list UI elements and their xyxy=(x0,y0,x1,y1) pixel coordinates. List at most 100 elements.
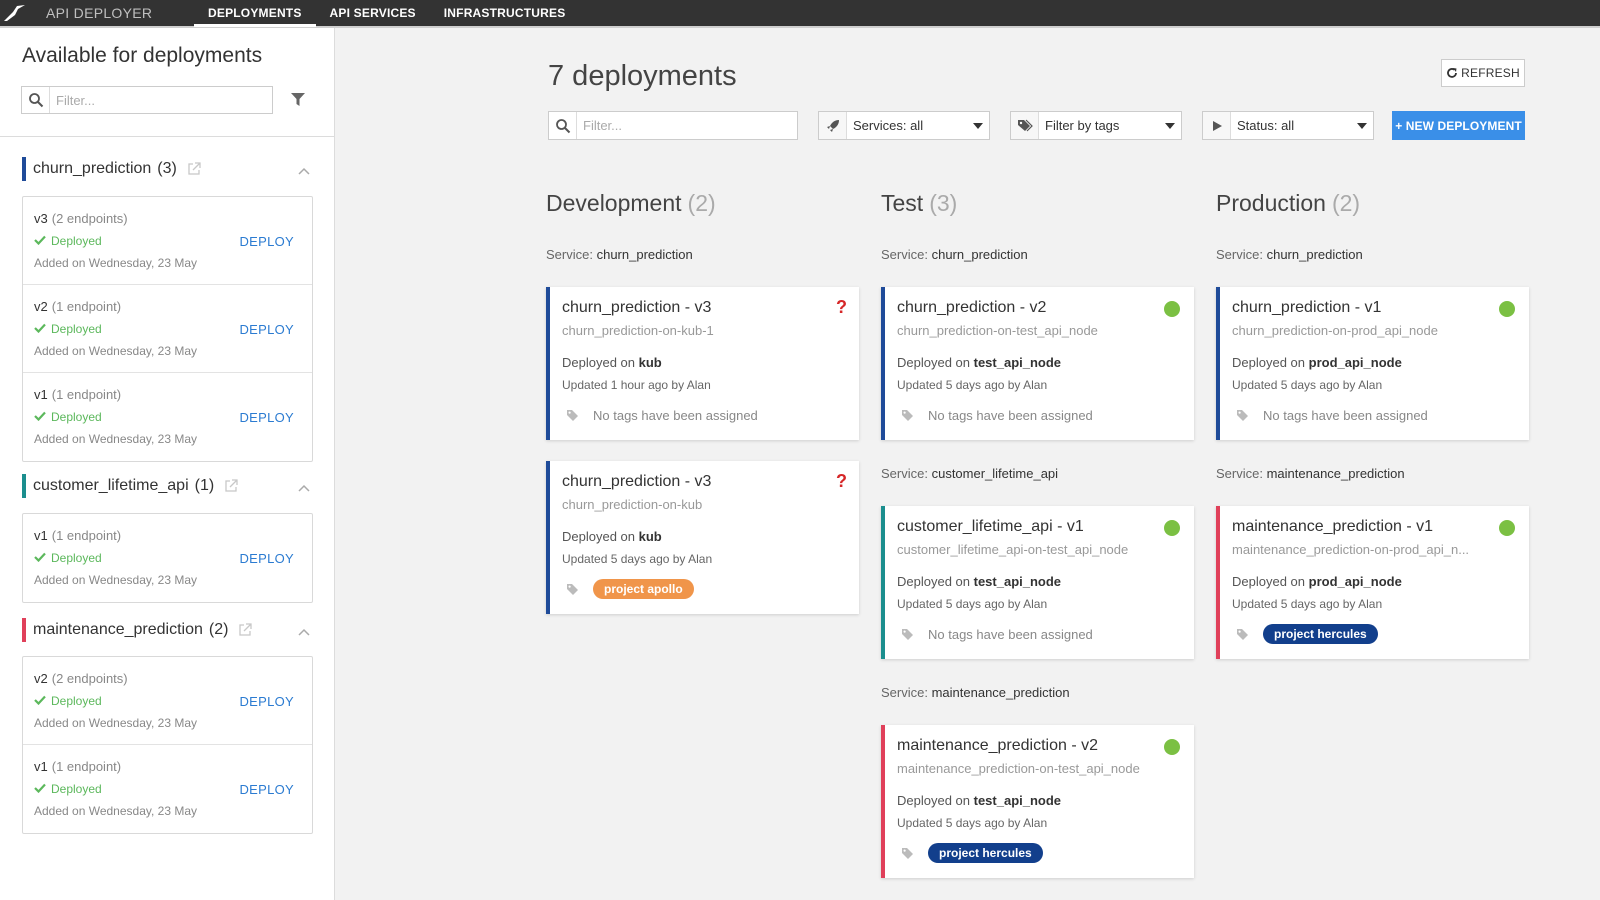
tab-infrastructures[interactable]: INFRASTRUCTURES xyxy=(430,0,580,27)
deployed-prefix: Deployed on xyxy=(562,355,635,370)
services-filter-value: Services: all xyxy=(853,118,924,133)
deploy-button[interactable]: DEPLOY xyxy=(239,322,294,337)
deployment-search xyxy=(548,111,798,140)
card-subtitle: customer_lifetime_api-on-test_api_node xyxy=(897,542,1129,557)
service-group-label: Service: customer_lifetime_api xyxy=(881,466,1058,481)
column-title-production: Production (2) xyxy=(1216,190,1360,217)
list-item: v2 (1 endpoint) Deployed Added on Wednesd… xyxy=(23,285,312,373)
deploy-button[interactable]: DEPLOY xyxy=(239,234,294,249)
tag-icon xyxy=(901,628,914,641)
service-group-label: Service: maintenance_prediction xyxy=(1216,466,1405,481)
chevron-up-icon[interactable] xyxy=(296,480,312,496)
infra-name: kub xyxy=(638,355,662,370)
sidebar-service-customer-lifetime-api[interactable]: customer_lifetime_api (1) xyxy=(22,474,238,498)
added-date: Added on Wednesday, 23 May xyxy=(34,804,197,818)
filter-funnel-icon[interactable] xyxy=(288,90,308,110)
services-filter-select[interactable]: Services: all xyxy=(818,111,990,140)
deployment-search-input[interactable] xyxy=(577,118,789,133)
column-title-development: Development (2) xyxy=(546,190,716,217)
added-date: Added on Wednesday, 23 May xyxy=(34,344,197,358)
service-group-name: maintenance_prediction xyxy=(1266,466,1405,481)
checkmark-icon xyxy=(34,694,46,708)
status-ok-indicator xyxy=(1164,739,1180,755)
version-list: v3 (2 endpoints) Deployed Added on Wednes… xyxy=(22,196,313,462)
status-filter-select[interactable]: Status: all xyxy=(1202,111,1374,140)
added-date: Added on Wednesday, 23 May xyxy=(34,573,197,587)
rocket-icon xyxy=(819,112,847,139)
list-item: v3 (2 endpoints) Deployed Added on Wednes… xyxy=(23,197,312,285)
no-tags-text: No tags have been assigned xyxy=(928,407,1093,423)
deploy-button[interactable]: DEPLOY xyxy=(239,410,294,425)
tags-icon xyxy=(1011,112,1039,139)
chevron-up-icon[interactable] xyxy=(296,624,312,640)
deployment-card[interactable]: maintenance_prediction - v1 maintenance_… xyxy=(1216,506,1529,659)
external-link-icon[interactable] xyxy=(224,479,238,493)
service-prefix: Service: xyxy=(546,247,593,262)
status-label: Deployed xyxy=(51,322,102,336)
checkmark-icon xyxy=(34,234,46,248)
new-deployment-button[interactable]: + NEW DEPLOYMENT xyxy=(1392,111,1525,140)
card-title: maintenance_prediction - v2 xyxy=(897,737,1099,754)
question-status-icon: ? xyxy=(836,471,847,491)
infra-name: kub xyxy=(638,529,662,544)
card-title: customer_lifetime_api - v1 xyxy=(897,518,1084,535)
card-title: churn_prediction - v1 xyxy=(1232,299,1382,316)
tag-icon xyxy=(1236,628,1249,641)
service-group-name: maintenance_prediction xyxy=(931,685,1070,700)
caret-down-icon xyxy=(967,122,989,129)
service-group-name: churn_prediction xyxy=(931,247,1028,262)
deployment-card[interactable]: churn_prediction - v3 ? churn_prediction… xyxy=(546,287,859,440)
top-nav-bar: API DEPLOYER DEPLOYMENTS API SERVICES IN… xyxy=(0,0,1600,28)
card-updated: Updated 5 days ago by Alan xyxy=(1232,378,1383,392)
refresh-icon xyxy=(1446,67,1458,79)
version-list: v2 (2 endpoints) Deployed Added on Wednes… xyxy=(22,656,313,834)
sidebar-search-input[interactable] xyxy=(50,92,260,108)
chevron-up-icon[interactable] xyxy=(296,163,312,179)
deployment-card[interactable]: churn_prediction - v1 churn_prediction-o… xyxy=(1216,287,1529,440)
card-title: churn_prediction - v3 xyxy=(562,473,712,490)
deployment-card[interactable]: maintenance_prediction - v2 maintenance_… xyxy=(881,725,1194,878)
service-prefix: Service: xyxy=(881,685,928,700)
checkmark-icon xyxy=(34,782,46,796)
deployment-card[interactable]: customer_lifetime_api - v1 customer_life… xyxy=(881,506,1194,659)
status-ok-indicator xyxy=(1499,301,1515,317)
sidebar-divider xyxy=(0,136,335,137)
deployed-prefix: Deployed on xyxy=(562,529,635,544)
bird-logo-icon[interactable] xyxy=(0,0,30,27)
infra-name: test_api_node xyxy=(973,793,1062,808)
tag-pill[interactable]: project hercules xyxy=(928,843,1043,863)
column-title-test: Test (3) xyxy=(881,190,957,217)
service-count: (2) xyxy=(208,621,229,638)
service-prefix: Service: xyxy=(881,466,928,481)
tag-icon xyxy=(566,409,579,422)
deploy-button[interactable]: DEPLOY xyxy=(239,694,294,709)
card-subtitle: maintenance_prediction-on-test_api_node xyxy=(897,761,1140,776)
deployment-card[interactable]: churn_prediction - v2 churn_prediction-o… xyxy=(881,287,1194,440)
service-count: (1) xyxy=(194,477,215,494)
sidebar-service-maintenance-prediction[interactable]: maintenance_prediction (2) xyxy=(22,618,253,642)
card-updated: Updated 5 days ago by Alan xyxy=(897,816,1048,830)
endpoint-count: (1 endpoint) xyxy=(51,387,122,402)
deploy-button[interactable]: DEPLOY xyxy=(239,782,294,797)
service-group-name: churn_prediction xyxy=(596,247,693,262)
external-link-icon[interactable] xyxy=(238,623,253,637)
tag-icon xyxy=(1236,409,1249,422)
card-subtitle: churn_prediction-on-kub xyxy=(562,497,703,512)
tag-pill[interactable]: project hercules xyxy=(1263,624,1378,644)
checkmark-icon xyxy=(34,551,46,565)
added-date: Added on Wednesday, 23 May xyxy=(34,256,197,270)
deploy-button[interactable]: DEPLOY xyxy=(239,551,294,566)
deployment-card[interactable]: churn_prediction - v3 ? churn_prediction… xyxy=(546,461,859,614)
tag-pill[interactable]: project apollo xyxy=(593,579,694,599)
tab-api-services[interactable]: API SERVICES xyxy=(316,0,430,27)
external-link-icon[interactable] xyxy=(187,162,201,176)
play-icon xyxy=(1203,112,1231,139)
sidebar-service-churn-prediction[interactable]: churn_prediction (3) xyxy=(22,157,201,181)
status-label: Deployed xyxy=(51,410,102,424)
refresh-button[interactable]: REFRESH xyxy=(1441,59,1525,87)
page-title: 7 deployments xyxy=(548,60,737,92)
added-date: Added on Wednesday, 23 May xyxy=(34,716,197,730)
sidebar: Available for deployments churn_predicti… xyxy=(0,28,335,900)
tab-deployments[interactable]: DEPLOYMENTS xyxy=(194,0,316,27)
tags-filter-select[interactable]: Filter by tags xyxy=(1010,111,1182,140)
